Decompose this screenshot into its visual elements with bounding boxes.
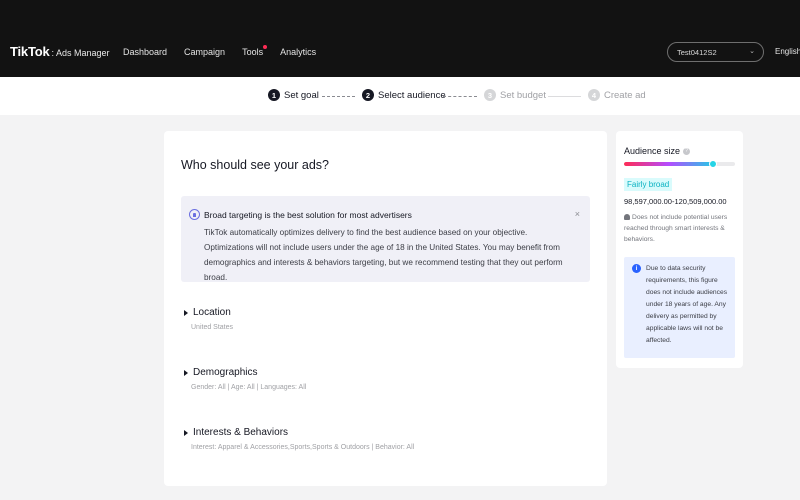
section-interests-behaviors[interactable]: Interests & Behaviors Interest: Apparel … [184, 427, 414, 451]
step-label: Select audience [378, 89, 446, 101]
nav-dashboard[interactable]: Dashboard [123, 47, 167, 57]
caret-right-icon [184, 309, 188, 316]
section-header[interactable]: Interests & Behaviors [184, 427, 414, 438]
data-security-notice: i Due to data security requirements, thi… [624, 257, 735, 358]
account-name: Test0412S2 [677, 48, 717, 57]
section-header[interactable]: Location [184, 307, 233, 318]
step-connector [443, 96, 477, 97]
audience-size-range: 98,597,000.00-120,509,000.00 [624, 197, 727, 206]
language-selector[interactable]: English [775, 47, 800, 56]
top-navigation-bar: TikTok : Ads Manager Dashboard Campaign … [0, 0, 800, 77]
help-icon[interactable]: ? [683, 147, 691, 155]
brand-logo[interactable]: TikTok : Ads Manager [10, 44, 110, 59]
step-label: Create ad [604, 89, 646, 101]
audience-note-text: Does not include potential users reached… [624, 214, 728, 243]
nav-campaign[interactable]: Campaign [184, 47, 225, 57]
step-set-budget[interactable]: 3 Set budget [484, 89, 546, 101]
section-header[interactable]: Demographics [184, 367, 306, 378]
notification-dot [263, 45, 268, 49]
section-location[interactable]: Location United States [184, 307, 233, 331]
caret-right-icon [184, 429, 188, 436]
step-select-audience[interactable]: 2 Select audience [362, 89, 446, 101]
section-summary: Gender: All | Age: All | Languages: All [191, 384, 307, 391]
brand-subtitle: : Ads Manager [51, 48, 110, 58]
progress-stepper: 1 Set goal 2 Select audience 3 Set budge… [0, 77, 800, 115]
brand-name: TikTok [10, 44, 50, 59]
step-number: 4 [588, 89, 600, 101]
person-icon [624, 214, 630, 220]
step-number: 3 [484, 89, 496, 101]
targeting-card: Who should see your ads? Broad targeting… [164, 131, 607, 486]
audience-note: Does not include potential users reached… [624, 212, 736, 245]
nav-analytics[interactable]: Analytics [280, 47, 316, 57]
nav-tools-label: Tools [242, 47, 264, 57]
account-selector[interactable]: Test0412S2 ⌄ [667, 42, 764, 62]
step-number: 1 [268, 89, 280, 101]
page-title: Who should see your ads? [181, 158, 330, 172]
step-set-goal[interactable]: 1 Set goal [268, 89, 319, 101]
broad-targeting-banner: Broad targeting is the best solution for… [181, 196, 590, 282]
info-icon: i [632, 264, 641, 273]
section-summary: United States [191, 324, 234, 331]
audience-size-card: Audience size ? Fairly broad 98,597,000.… [616, 131, 743, 368]
chevron-down-icon: ⌄ [749, 48, 755, 55]
audience-size-indicator [708, 160, 717, 168]
section-title: Location [193, 307, 231, 318]
audience-size-title: Audience size ? [624, 146, 691, 156]
close-icon[interactable]: × [575, 209, 580, 219]
audience-size-label: Audience size [624, 146, 681, 156]
audience-breadth-tag: Fairly broad [624, 178, 673, 191]
step-label: Set goal [284, 89, 319, 101]
main-nav: Dashboard Campaign Tools Analytics [123, 45, 333, 57]
banner-body: TikTok automatically optimizes delivery … [204, 228, 563, 282]
step-connector [322, 96, 355, 97]
step-connector [548, 96, 581, 97]
section-title: Interests & Behaviors [193, 427, 289, 438]
step-create-ad[interactable]: 4 Create ad [588, 89, 646, 101]
nav-tools[interactable]: Tools [242, 45, 268, 57]
caret-right-icon [184, 369, 188, 376]
step-number: 2 [362, 89, 374, 101]
section-summary: Interest: Apparel & Accessories,Sports,S… [191, 444, 415, 451]
section-demographics[interactable]: Demographics Gender: All | Age: All | La… [184, 367, 306, 391]
audience-size-meter [624, 162, 735, 166]
section-title: Demographics [193, 367, 258, 378]
step-label: Set budget [500, 89, 546, 101]
audience-size-meter-fill [624, 162, 713, 166]
data-security-notice-text: Due to data security requirements, this … [646, 265, 728, 344]
lightbulb-icon [189, 209, 200, 220]
banner-title: Broad targeting is the best solution for… [204, 210, 412, 220]
